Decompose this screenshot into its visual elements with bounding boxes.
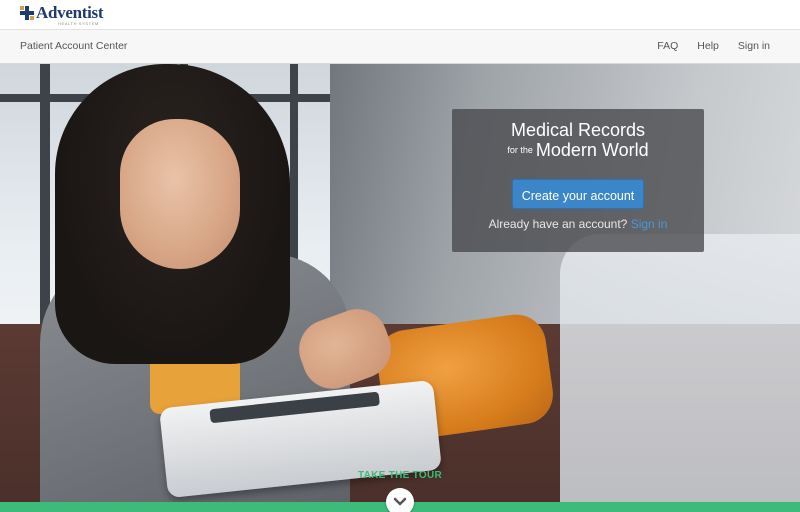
hero-section: Medical Records for the Modern World Crea… [0, 64, 800, 512]
headline-main: Modern World [535, 140, 649, 160]
logo-wordmark: Adventist [36, 3, 104, 22]
chevron-down-icon [393, 497, 407, 506]
logo-cross-icon [20, 6, 34, 20]
signup-panel: Medical Records for the Modern World Crea… [452, 109, 704, 252]
navbar: Patient Account Center FAQ Help Sign in [0, 30, 800, 64]
hero-person-face [120, 119, 240, 269]
adventist-logo[interactable]: Adventist HEALTH SYSTEM [20, 3, 104, 26]
create-account-button[interactable]: Create your account [512, 179, 644, 209]
already-text: Already have an account? [488, 217, 628, 231]
tour-button[interactable] [386, 488, 414, 512]
headline-small: for the [507, 145, 533, 155]
nav-links: FAQ Help Sign in [657, 40, 770, 52]
headline-line1: Medical Records [510, 120, 646, 140]
already-have-account: Already have an account? Sign in [452, 217, 704, 231]
nav-faq-link[interactable]: FAQ [657, 40, 678, 52]
top-header: Adventist HEALTH SYSTEM [0, 0, 800, 30]
logo-subtitle: HEALTH SYSTEM [58, 21, 99, 26]
headline-line2: for the Modern World [452, 140, 704, 161]
take-the-tour-label[interactable]: TAKE THE TOUR [0, 470, 800, 481]
nav-help-link[interactable]: Help [697, 40, 719, 52]
nav-signin-link[interactable]: Sign in [738, 40, 770, 52]
signin-link[interactable]: Sign in [631, 217, 668, 231]
brand-link[interactable]: Patient Account Center [20, 40, 127, 52]
